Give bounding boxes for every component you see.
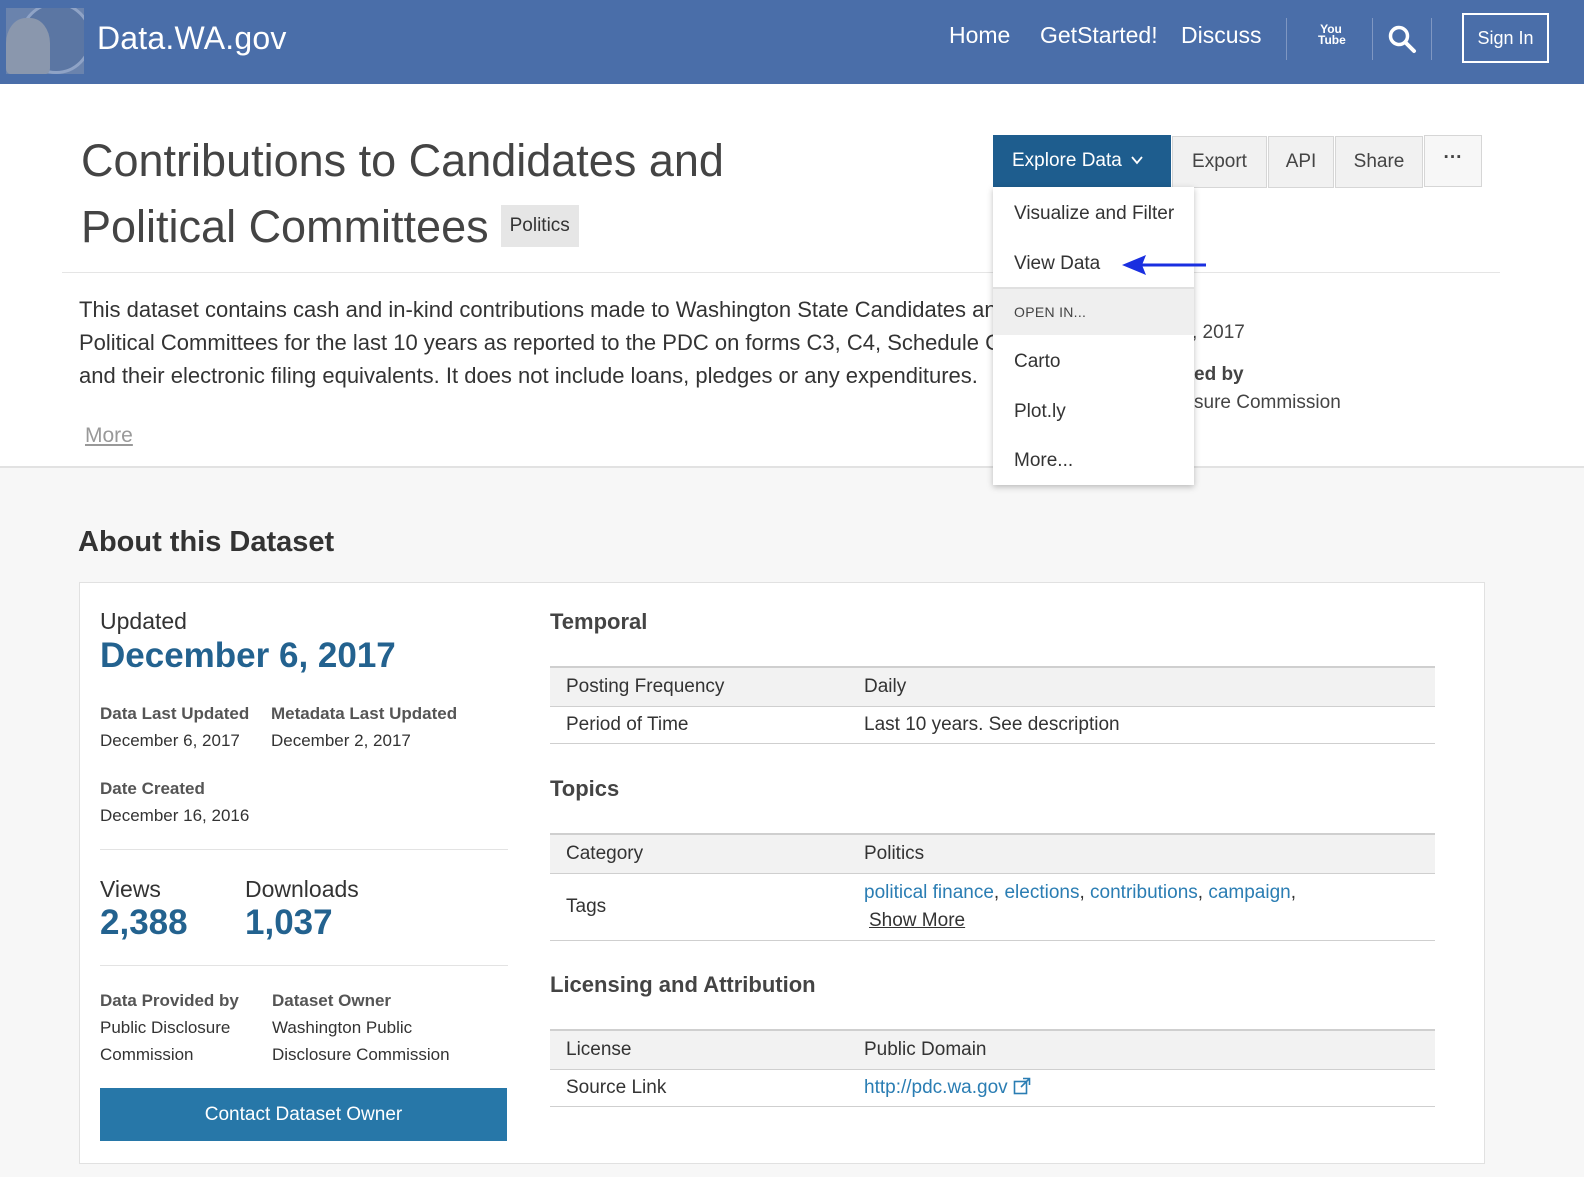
licensing-title: Licensing and Attribution — [550, 972, 816, 997]
dataset-owner-line2: Disclosure Commission — [272, 1045, 450, 1064]
metadata-last-updated-label: Metadata Last Updated — [271, 704, 458, 723]
tags-label: Tags — [566, 896, 607, 917]
period-label: Period of Time — [566, 714, 689, 735]
source-link-label: Source Link — [566, 1077, 667, 1098]
category-label: Category — [566, 843, 644, 864]
category-row: Category Politics — [550, 833, 1435, 873]
sign-in-button[interactable]: Sign In — [1462, 13, 1549, 63]
nav-divider — [1431, 18, 1432, 60]
license-value: Public Domain — [864, 1039, 987, 1060]
data-last-updated-label: Data Last Updated — [100, 704, 250, 723]
tags-list: political finance, elections, contributi… — [864, 882, 1297, 903]
divider — [62, 272, 1500, 273]
explore-data-dropdown: Visualize and Filter View Data OPEN IN..… — [993, 187, 1194, 485]
explore-data-button[interactable]: Explore Data — [993, 135, 1171, 187]
temporal-title: Temporal — [550, 609, 648, 634]
show-more-tags-link[interactable]: Show More — [869, 910, 965, 932]
updated-date: December 6, 2017 — [100, 636, 396, 675]
chevron-down-icon — [1131, 156, 1143, 165]
nav-divider — [1286, 18, 1287, 60]
page-title: Contributions to Candidates and Politica… — [81, 128, 841, 260]
views-count: 2,388 — [100, 903, 188, 942]
license-row: License Public Domain — [550, 1029, 1435, 1069]
tag-link[interactable]: contributions — [1090, 882, 1198, 903]
about-section-title: About this Dataset — [78, 526, 335, 558]
period-value: Last 10 years. See description — [864, 714, 1120, 735]
menu-item-visualize[interactable]: Visualize and Filter — [993, 189, 1194, 239]
nav-discuss[interactable]: Discuss — [1181, 22, 1262, 49]
explore-data-label: Explore Data — [1012, 150, 1122, 171]
tag-link[interactable]: elections — [1004, 882, 1079, 903]
more-actions-button[interactable]: ··· — [1424, 135, 1482, 187]
source-link-text[interactable]: http://pdc.wa.gov — [864, 1077, 1008, 1098]
data-last-updated-value: December 6, 2017 — [100, 731, 240, 750]
contact-dataset-owner-button[interactable]: Contact Dataset Owner — [100, 1088, 507, 1141]
tag-link[interactable]: campaign — [1208, 882, 1290, 903]
search-icon[interactable] — [1387, 24, 1417, 54]
dataset-owner-line1: Washington Public — [272, 1018, 413, 1037]
nav-get-started[interactable]: GetStarted! — [1040, 22, 1158, 49]
metadata-last-updated-value: December 2, 2017 — [271, 731, 411, 750]
divider — [550, 1106, 1435, 1107]
license-label: License — [566, 1039, 632, 1060]
dataset-owner-label: Dataset Owner — [272, 991, 392, 1010]
category-value: Politics — [864, 843, 925, 864]
side-date-fragment: , 2017 — [1192, 322, 1245, 343]
export-button[interactable]: Export — [1172, 136, 1267, 188]
dataset-description: This dataset contains cash and in-kind c… — [79, 297, 994, 388]
divider — [100, 965, 508, 966]
posting-frequency-label: Posting Frequency — [566, 676, 725, 697]
posting-frequency-value: Daily — [864, 676, 907, 697]
posting-frequency-row: Posting Frequency Daily — [550, 666, 1435, 706]
period-row: Period of Time Last 10 years. See descri… — [550, 706, 1435, 744]
title-text: Contributions to Candidates and Politica… — [81, 135, 724, 252]
downloads-label: Downloads — [245, 876, 359, 902]
menu-item-carto[interactable]: Carto — [993, 337, 1194, 387]
date-created-value: December 16, 2016 — [100, 806, 250, 825]
provided-by-label: Data Provided by — [100, 991, 239, 1010]
date-created-label: Date Created — [100, 779, 205, 798]
provided-by-line2: Commission — [100, 1045, 194, 1064]
menu-open-in-header: OPEN IN... — [993, 289, 1194, 335]
topics-title: Topics — [550, 776, 620, 801]
nav-home[interactable]: Home — [949, 22, 1010, 49]
top-navigation-bar: Data.WA.gov Home GetStarted! Discuss You… — [0, 0, 1584, 84]
external-link-icon — [1013, 1077, 1031, 1095]
side-commission-fragment: sure Commission — [1194, 392, 1341, 413]
site-brand[interactable]: Data.WA.gov — [97, 20, 287, 57]
views-label: Views — [100, 876, 161, 902]
api-button[interactable]: API — [1268, 136, 1334, 188]
state-seal-logo[interactable] — [6, 8, 84, 74]
provided-by-line1: Public Disclosure — [100, 1018, 231, 1037]
share-button[interactable]: Share — [1335, 136, 1423, 188]
downloads-count: 1,037 — [245, 903, 333, 942]
menu-item-plotly[interactable]: Plot.ly — [993, 387, 1194, 437]
menu-item-more[interactable]: More... — [993, 436, 1194, 486]
divider — [100, 849, 508, 850]
updated-label: Updated — [100, 608, 187, 634]
more-description-link[interactable]: More — [85, 424, 133, 448]
source-link[interactable]: http://pdc.wa.gov — [864, 1077, 1031, 1099]
tags-row: Tags political finance, elections, contr… — [550, 873, 1435, 940]
annotation-arrow-icon — [1122, 255, 1206, 275]
side-provided-fragment: ed by — [1194, 364, 1244, 385]
divider — [550, 940, 1435, 941]
category-badge[interactable]: Politics — [500, 205, 579, 248]
divider — [550, 743, 1435, 744]
tag-link[interactable]: political finance — [864, 882, 994, 903]
nav-divider — [1372, 18, 1373, 60]
youtube-icon[interactable]: You Tube — [1318, 23, 1346, 46]
